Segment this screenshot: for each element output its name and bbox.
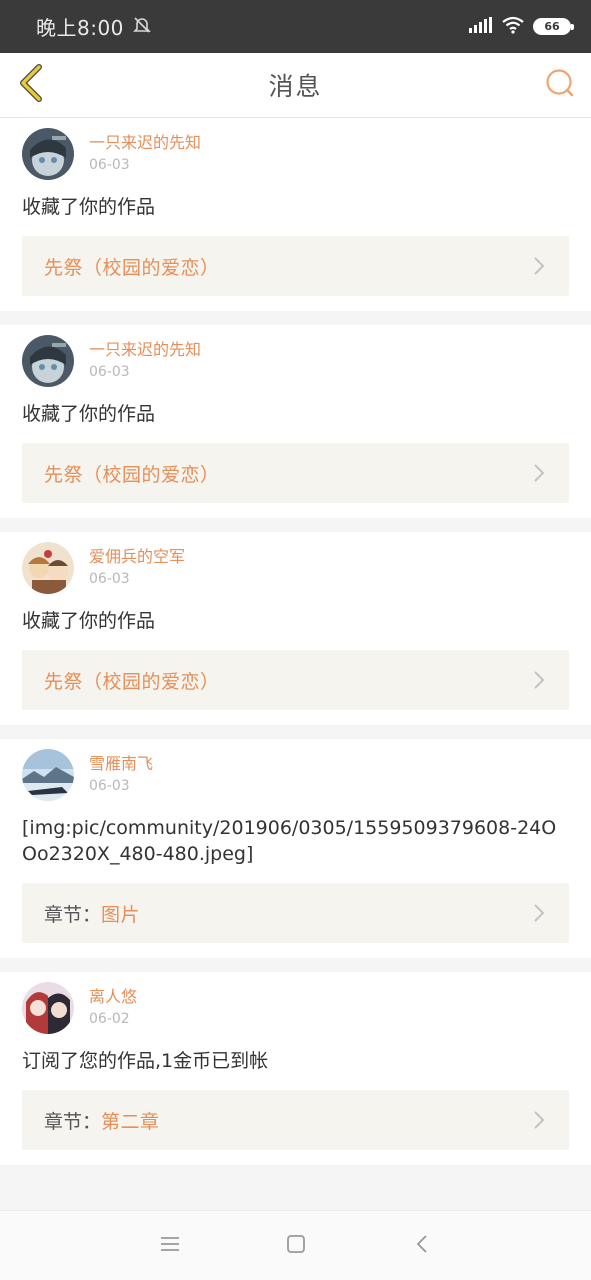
chevron-right-icon [533, 1110, 547, 1130]
back-nav-button[interactable] [407, 1231, 437, 1261]
message-date: 06-03 [89, 571, 130, 587]
menu-button[interactable] [155, 1231, 185, 1261]
message-header: 离人悠 06-02 [22, 982, 569, 1034]
message-date: 06-02 [89, 1011, 130, 1027]
search-button[interactable] [543, 67, 577, 103]
chevron-right-icon [533, 903, 547, 923]
message-header: 雪雁南飞 06-03 [22, 749, 569, 801]
wifi-icon [501, 16, 525, 38]
search-icon [545, 68, 575, 102]
home-button[interactable] [281, 1231, 311, 1261]
message-username[interactable]: 爱佣兵的空军 [89, 546, 185, 568]
message-header: 爱佣兵的空军 06-03 [22, 542, 569, 594]
message-text: 收藏了你的作品 [22, 610, 156, 632]
message-text: [img:pic/community/201906/0305/155950937… [22, 817, 557, 865]
link-prefix: 章节： [44, 1110, 102, 1133]
back-arrow-icon [17, 64, 43, 106]
back-icon [415, 1234, 429, 1258]
status-bar: 晚上8:00 66 [0, 0, 591, 53]
avatar[interactable] [22, 749, 74, 801]
chevron-right-icon [533, 670, 547, 690]
app-header: 消息 [0, 53, 591, 118]
status-time: 晚上8:00 [36, 16, 124, 40]
avatar[interactable] [22, 542, 74, 594]
battery-icon: 66 [533, 18, 574, 35]
avatar[interactable] [22, 128, 74, 180]
menu-icon [160, 1235, 180, 1257]
home-icon [286, 1234, 306, 1258]
page-title: 消息 [268, 72, 323, 101]
link-title: 第二章 [101, 1110, 160, 1133]
message-list[interactable]: 一只来迟的先知 06-03 收藏了你的作品 先祭（校园的爱恋） 一只来迟的先知 … [0, 118, 591, 1210]
chapter-link[interactable]: 章节： 图片 [22, 883, 569, 943]
message-date: 06-03 [89, 778, 130, 794]
message-text: 订阅了您的作品,1金币已到帐 [22, 1050, 269, 1072]
back-button[interactable] [12, 63, 48, 107]
signal-icon [469, 16, 493, 37]
message-text: 收藏了你的作品 [22, 196, 156, 218]
message-text: 收藏了你的作品 [22, 403, 156, 425]
chevron-right-icon [533, 256, 547, 276]
message-header: 一只来迟的先知 06-03 [22, 128, 569, 180]
work-link[interactable]: 先祭（校园的爱恋） [22, 650, 569, 710]
message-card: 雪雁南飞 06-03 [img:pic/community/201906/030… [0, 739, 591, 958]
message-card: 一只来迟的先知 06-03 收藏了你的作品 先祭（校园的爱恋） [0, 325, 591, 518]
avatar[interactable] [22, 335, 74, 387]
message-header: 一只来迟的先知 06-03 [22, 335, 569, 387]
message-username[interactable]: 雪雁南飞 [89, 753, 153, 775]
message-card: 离人悠 06-02 订阅了您的作品,1金币已到帐 章节： 第二章 [0, 972, 591, 1165]
message-username[interactable]: 一只来迟的先知 [89, 132, 201, 154]
link-title: 先祭（校园的爱恋） [44, 670, 220, 693]
link-title: 先祭（校园的爱恋） [44, 463, 220, 486]
avatar[interactable] [22, 982, 74, 1034]
chapter-link[interactable]: 章节： 第二章 [22, 1090, 569, 1150]
work-link[interactable]: 先祭（校园的爱恋） [22, 236, 569, 296]
message-date: 06-03 [89, 157, 130, 173]
work-link[interactable]: 先祭（校园的爱恋） [22, 443, 569, 503]
link-title: 图片 [101, 903, 141, 926]
alarm-off-icon [132, 15, 152, 39]
link-prefix: 章节： [44, 903, 102, 926]
message-date: 06-03 [89, 364, 130, 380]
message-card: 爱佣兵的空军 06-03 收藏了你的作品 先祭（校园的爱恋） [0, 532, 591, 725]
system-nav-bar [0, 1210, 591, 1280]
message-username[interactable]: 一只来迟的先知 [89, 339, 201, 361]
message-username[interactable]: 离人悠 [89, 986, 137, 1008]
chevron-right-icon [533, 463, 547, 483]
link-title: 先祭（校园的爱恋） [44, 256, 220, 279]
message-card: 一只来迟的先知 06-03 收藏了你的作品 先祭（校园的爱恋） [0, 118, 591, 311]
